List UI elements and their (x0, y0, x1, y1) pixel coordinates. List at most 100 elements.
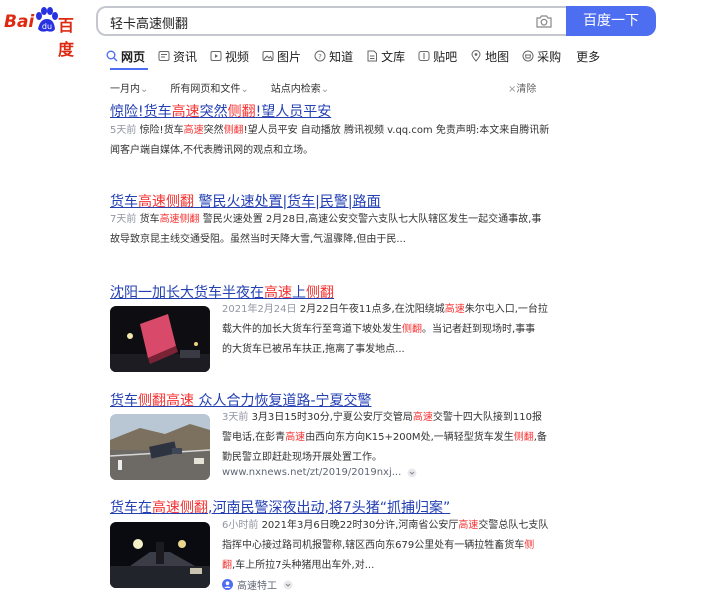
snippet-text: 朱尔屯入口,一台拉 (464, 304, 548, 315)
map-icon (471, 50, 481, 62)
result-title-link[interactable]: 货车在高速侧翻,河南民警深夜出动,将7头猪“抓捕归案” (110, 497, 450, 517)
snippet-text: 。当记者赶到现场时,事事 (422, 324, 536, 335)
result-thumbnail[interactable] (110, 522, 210, 588)
result-snippet: 6小时前 2021年3月6日晚22时30分许,河南省公安厅高速交警总队七支队 指… (222, 516, 562, 576)
chevron-down-icon (283, 580, 293, 589)
title-highlight: 高速 (264, 285, 292, 301)
time-filter[interactable]: 一月内⌄ (110, 80, 148, 95)
tab-zhidao[interactable]: ? 知道 (314, 46, 353, 66)
snippet-text: 交警总队七支队 (478, 520, 549, 531)
tab-news[interactable]: 资讯 (158, 46, 197, 66)
search-input[interactable] (110, 13, 510, 31)
snippet-text: 由西向东方向K15+200M处,一辆轻型货车发生 (305, 432, 514, 443)
title-text: 突然 (199, 104, 228, 120)
result-source[interactable]: 高速特工 (222, 577, 293, 592)
title-text: !望人员平安 (255, 104, 332, 120)
snippet-text: 载大件的加长大货车行至弯道下坡处发生 (222, 324, 402, 335)
title-highlight: 高速 (171, 104, 200, 120)
logo-text-bai: Bai (4, 12, 35, 32)
logo-text-du: 百度 (58, 16, 75, 59)
result-title-link[interactable]: 惊险!货车高速突然侧翻!望人员平安 (110, 101, 331, 121)
snippet-highlight: 侧 (524, 540, 535, 551)
search-box (96, 6, 566, 36)
result-title-link[interactable]: 货车高速侧翻 警民火速处置|货车|民警|路面 (110, 191, 381, 211)
result-time: 6小时前 (222, 520, 259, 531)
title-text: 警民火速处置|货车|民警|路面 (194, 194, 381, 210)
filter-bar: 一月内⌄ 所有网页和文件⌄ 站点内检索⌄ (110, 80, 351, 95)
tab-tieba[interactable]: 贴吧 (418, 46, 457, 66)
paw-icon: du (36, 7, 58, 32)
svg-text:du: du (42, 22, 52, 31)
snippet-text: 货车 (139, 214, 160, 225)
search-icon (106, 50, 118, 62)
snippet-highlight: 侧翻 (513, 432, 534, 443)
result-snippet: 3天前 3月3日15时30分,宁夏公安厅交管局高速交警十四大队接到110报 警电… (222, 408, 562, 468)
snippet-highlight: 翻 (222, 560, 232, 571)
tab-more[interactable]: 更多 (576, 46, 600, 66)
snippet-highlight: 高速 (458, 520, 479, 531)
chevron-down-icon: ⌄ (240, 84, 249, 95)
tab-image[interactable]: 图片 (262, 46, 301, 66)
title-highlight: 侧翻 (227, 104, 256, 120)
svg-text:?: ? (318, 53, 322, 61)
title-highlight: 高速侧翻 (152, 500, 208, 516)
result-title-link[interactable]: 货车侧翻高速 众人合力恢复道路-宁夏交警 (110, 390, 372, 410)
author-avatar-icon (222, 579, 233, 590)
tab-label: 更多 (576, 49, 601, 64)
result-title-link[interactable]: 沈阳一加长大货车半夜在高速上侧翻 (110, 282, 334, 302)
site-filter[interactable]: 站点内检索⌄ (271, 80, 329, 95)
tab-web[interactable]: 网页 (106, 46, 145, 66)
snippet-highlight: 高速侧翻 (159, 214, 200, 225)
title-highlight: 侧翻 (306, 285, 334, 301)
tab-video[interactable]: 视频 (210, 46, 249, 66)
snippet-text: 惊险!货车 (139, 125, 184, 136)
result-snippet: 2021年2月24日 2月22日午夜11点多,在沈阳绕城高速朱尔屯入口,一台拉 … (222, 300, 562, 360)
result-source[interactable]: www.nxnews.net/zt/2019/2019nxj... (222, 467, 417, 478)
source-author: 高速特工 (237, 581, 277, 592)
title-text: 众人合力恢复道路-宁夏交警 (194, 393, 372, 409)
tab-map[interactable]: 地图 (470, 46, 509, 66)
baidu-logo[interactable]: Bai du 百度 (4, 6, 88, 59)
doc-icon (367, 50, 378, 62)
tab-wenku[interactable]: 文库 (366, 46, 405, 66)
result-time: 3天前 (222, 412, 249, 423)
scope-filter[interactable]: 所有网页和文件⌄ (170, 80, 248, 95)
highway-truck-image (110, 414, 210, 480)
snippet-text: ,备 (533, 432, 547, 443)
clear-filters-button[interactable]: ×清除 (508, 80, 536, 95)
search-button[interactable]: 百度一下 (566, 6, 656, 36)
clear-label: 清除 (516, 84, 537, 95)
scope-filter-label: 所有网页和文件 (170, 84, 241, 95)
time-filter-label: 一月内 (110, 84, 140, 95)
snippet-text: 2021年3月6日晚22时30分许,河南省公安厅 (261, 520, 459, 531)
tab-label: 贴吧 (433, 49, 458, 64)
site-filter-label: 站点内检索 (270, 84, 321, 95)
source-url: www.nxnews.net/zt/2019/2019nxj... (222, 467, 402, 478)
chevron-down-icon (407, 468, 417, 477)
snippet-text: 警民火速处置 2月28日,高速公安交警六支队七大队辖区发生一起交通事故,事 (199, 214, 542, 225)
tab-label: 采购 (537, 49, 562, 64)
tab-label: 网页 (121, 49, 146, 64)
result-time: 5天前 (110, 125, 137, 136)
snippet-text: 故导致京昆主线交通受阻。虽然当时天降大雪,气温骤降,但由于民... (110, 234, 406, 245)
question-icon: ? (314, 50, 326, 62)
snippet-text: 突然 (203, 125, 224, 136)
purchase-icon (522, 50, 534, 62)
tab-label: 地图 (485, 49, 510, 64)
night-road-image (110, 522, 210, 588)
tab-purchase[interactable]: 采购 (522, 46, 561, 66)
snippet-highlight: 高速 (412, 412, 433, 423)
tab-label: 图片 (277, 49, 302, 64)
snippet-text: ,车上所拉7头种猪甩出车外,对... (232, 560, 375, 571)
image-icon (262, 51, 274, 61)
title-text: 上 (292, 285, 306, 301)
result-thumbnail[interactable] (110, 306, 210, 372)
snippet-text: 交警十四大队接到110报 (432, 412, 543, 423)
camera-icon[interactable] (536, 14, 552, 28)
news-icon (158, 51, 170, 61)
snippet-text: 警电话,在彭青 (222, 432, 286, 443)
title-highlight: 侧翻高速 (138, 393, 194, 409)
result-snippet: 7天前 货车高速侧翻 警民火速处置 2月28日,高速公安交警六支队七大队辖区发生… (110, 210, 550, 250)
result-thumbnail[interactable] (110, 414, 210, 480)
snippet-highlight: 高速 (285, 432, 306, 443)
